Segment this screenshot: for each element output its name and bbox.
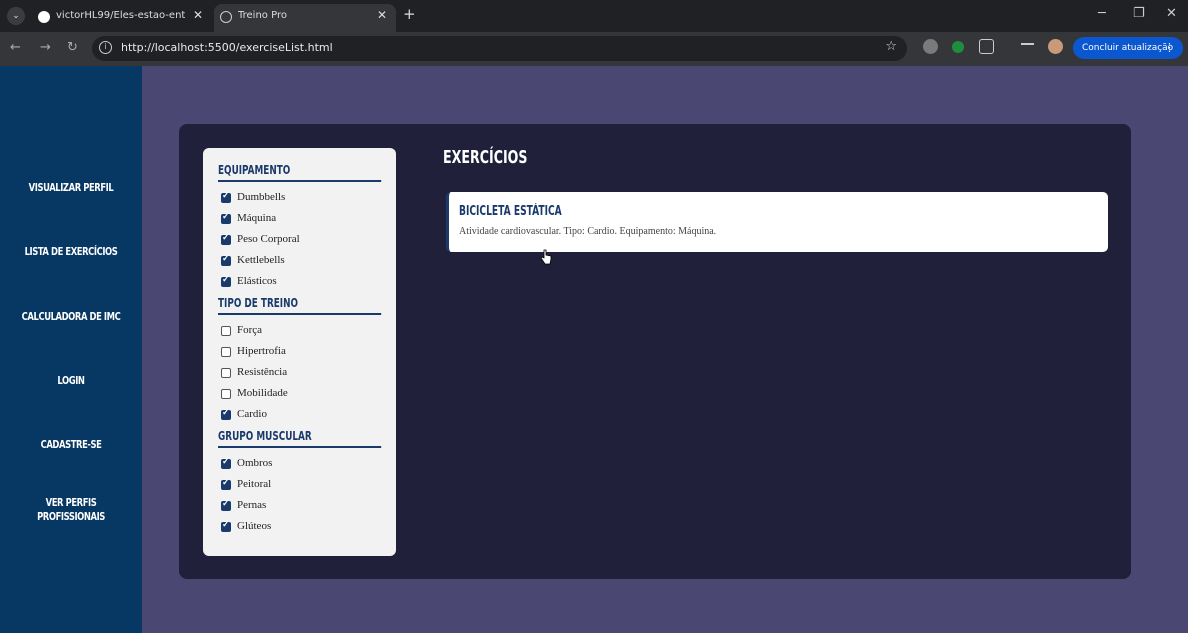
- browser-tab-treino-pro[interactable]: Treino Pro ✕: [214, 4, 396, 32]
- tab-label: Treino Pro: [238, 10, 287, 21]
- checkbox-unchecked[interactable]: [221, 389, 231, 399]
- github-icon: [38, 11, 50, 23]
- bookmark-star-icon[interactable]: ☆: [885, 39, 897, 54]
- sidebar-item-visualizar-perfil[interactable]: VISUALIZAR PERFIL: [11, 181, 132, 195]
- filters-panel: EQUIPAMENTO Dumbbells Máquina Peso Corpo…: [203, 148, 396, 556]
- filter-label: Cardio: [237, 408, 267, 420]
- reload-icon[interactable]: ↻: [67, 40, 78, 55]
- checkbox-checked[interactable]: [221, 190, 231, 203]
- filter-label: Hipertrofia: [237, 345, 286, 357]
- close-icon[interactable]: ✕: [193, 8, 203, 22]
- sidebar-item-lista-exercicios[interactable]: LISTA DE EXERCÍCIOS: [11, 245, 132, 259]
- filter-label: Pernas: [237, 499, 267, 511]
- filter-section-title: EQUIPAMENTO: [218, 163, 382, 182]
- checkbox-checked[interactable]: [221, 274, 231, 287]
- filter-label: Kettlebells: [237, 254, 285, 266]
- page-title: EXERCÍCIOS: [443, 147, 528, 168]
- extension-icon[interactable]: [923, 39, 938, 54]
- tab-label: victorHL99/Eles-estao-entre-nos: [56, 10, 186, 21]
- hand-cursor-icon: [540, 249, 552, 265]
- checkbox-checked[interactable]: [221, 477, 231, 490]
- window-close-icon[interactable]: ✕: [1166, 6, 1177, 21]
- filter-label: Peso Corporal: [237, 233, 300, 245]
- close-icon[interactable]: ✕: [377, 8, 387, 22]
- more-icon[interactable]: ⋮: [1164, 37, 1175, 59]
- checkbox-unchecked[interactable]: [221, 326, 231, 336]
- checkbox-checked[interactable]: [221, 498, 231, 511]
- checkbox-checked[interactable]: [221, 253, 231, 266]
- browser-tab-github[interactable]: victorHL99/Eles-estao-entre-nos ✕: [32, 4, 212, 32]
- sidebar: VISUALIZAR PERFIL LISTA DE EXERCÍCIOS CA…: [0, 66, 142, 633]
- exercise-card[interactable]: BICICLETA ESTÁTICA Atividade cardiovascu…: [446, 192, 1108, 252]
- update-button-label: Concluir atualização: [1082, 43, 1174, 53]
- browser-toolbar: ← → ↻ i http://localhost:5500/exerciseLi…: [0, 32, 1188, 66]
- filter-label: Força: [237, 324, 263, 336]
- forward-icon[interactable]: →: [40, 40, 51, 55]
- exercise-name: BICICLETA ESTÁTICA: [459, 204, 562, 219]
- update-button[interactable]: Concluir atualização ⋮: [1073, 37, 1183, 59]
- reading-list-icon[interactable]: [1021, 43, 1034, 53]
- checkbox-unchecked[interactable]: [221, 368, 231, 378]
- filter-label: Peitoral: [237, 478, 272, 490]
- profile-avatar-icon[interactable]: [1048, 39, 1063, 54]
- tab-search-chevron-icon[interactable]: ⌄: [7, 7, 25, 25]
- filter-section-title: TIPO DE TREINO: [218, 296, 382, 315]
- filter-label: Resistência: [237, 366, 288, 378]
- exercise-description: Atividade cardiovascular. Tipo: Cardio. …: [459, 226, 717, 237]
- back-icon[interactable]: ←: [10, 40, 21, 55]
- filter-label: Mobilidade: [237, 387, 288, 399]
- sidebar-item-cadastre-se[interactable]: CADASTRE-SE: [11, 438, 132, 452]
- extension-icon[interactable]: [952, 41, 964, 53]
- new-tab-icon[interactable]: +: [403, 5, 416, 23]
- sidebar-item-login[interactable]: LOGIN: [11, 374, 132, 388]
- browser-tab-bar: ⌄ victorHL99/Eles-estao-entre-nos ✕ Trei…: [0, 0, 1188, 32]
- filter-label: Máquina: [237, 212, 277, 224]
- filter-section-title: GRUPO MUSCULAR: [218, 429, 382, 448]
- filter-label: Ombros: [237, 457, 273, 469]
- checkbox-checked[interactable]: [221, 456, 231, 469]
- url-text: http://localhost:5500/exerciseList.html: [121, 41, 333, 54]
- checkbox-checked[interactable]: [221, 519, 231, 532]
- extensions-puzzle-icon[interactable]: [979, 39, 994, 54]
- restore-icon[interactable]: ❐: [1133, 6, 1145, 21]
- sidebar-item-ver-perfis-profissionais[interactable]: VER PERFIS PROFISSIONAIS: [11, 496, 132, 524]
- globe-icon: [220, 11, 232, 23]
- checkbox-checked[interactable]: [221, 407, 231, 420]
- info-icon[interactable]: i: [99, 41, 112, 54]
- checkbox-checked[interactable]: [221, 211, 231, 224]
- minimize-icon[interactable]: ─: [1098, 6, 1106, 21]
- filter-label: Glúteos: [237, 520, 272, 532]
- address-bar[interactable]: i http://localhost:5500/exerciseList.htm…: [92, 36, 907, 61]
- checkbox-checked[interactable]: [221, 232, 231, 245]
- filter-label: Dumbbells: [237, 191, 286, 203]
- filter-label: Elásticos: [237, 275, 277, 287]
- sidebar-item-calculadora-imc[interactable]: CALCULADORA DE IMC: [11, 310, 132, 324]
- checkbox-unchecked[interactable]: [221, 347, 231, 357]
